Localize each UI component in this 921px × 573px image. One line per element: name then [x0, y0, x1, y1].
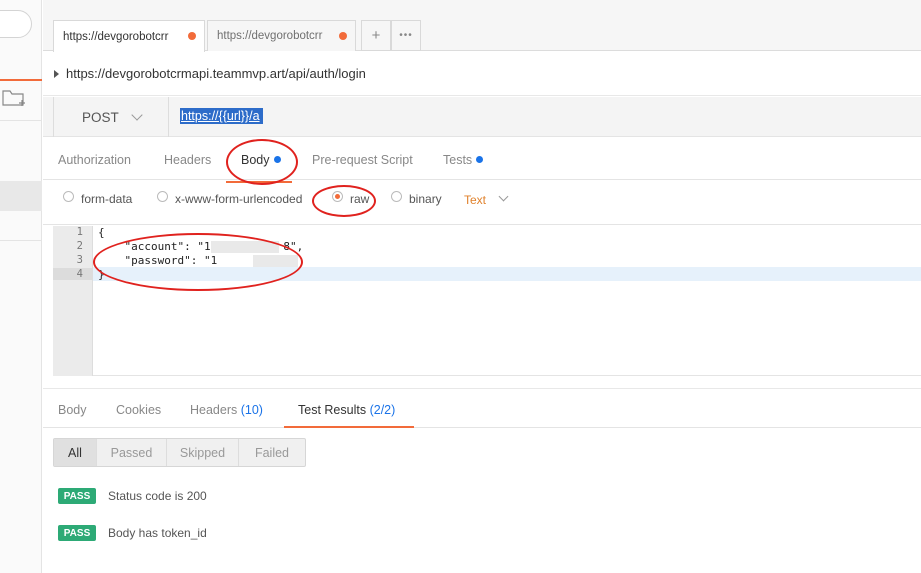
- tab-test-results-label: Test Results: [298, 403, 367, 417]
- filter-passed[interactable]: Passed: [97, 439, 167, 466]
- radio-form-data[interactable]: [63, 191, 74, 202]
- tab-response-headers[interactable]: Headers (10): [190, 403, 263, 417]
- more-icon: •••: [399, 30, 413, 41]
- sidebar-divider: [0, 240, 42, 241]
- line-number: 1: [76, 226, 83, 238]
- filter-failed[interactable]: Failed: [239, 439, 305, 466]
- chevron-down-icon: [131, 109, 143, 121]
- test-result-text: Status code is 200: [108, 489, 207, 503]
- request-tab[interactable]: https://devgorobotcrr: [207, 20, 356, 51]
- tab-tests-label: Tests: [443, 153, 473, 167]
- tab-tests[interactable]: Tests: [443, 153, 484, 167]
- filter-all[interactable]: All: [54, 439, 97, 466]
- tab-response-headers-label: Headers: [190, 403, 238, 417]
- request-tab-label: https://devgorobotcrr: [63, 30, 169, 43]
- request-tabs: Authorization Headers Body Pre-request S…: [43, 138, 921, 183]
- unsaved-dot-icon: [339, 32, 347, 40]
- radio-binary[interactable]: [391, 191, 402, 202]
- line-number: 3: [76, 254, 83, 266]
- line-number: 4: [53, 268, 93, 280]
- request-title-bar: https://devgorobotcrmapi.teammvp.art/api…: [43, 52, 921, 96]
- unsaved-dot-icon: [188, 32, 196, 40]
- request-tab-bar: https://devgorobotcrr https://devgorobot…: [43, 0, 921, 52]
- sidebar: [0, 0, 42, 573]
- tab-response-body[interactable]: Body: [58, 403, 87, 417]
- pass-badge: PASS: [58, 488, 96, 504]
- test-results-count: (2/2): [369, 403, 396, 417]
- method-select[interactable]: POST: [53, 97, 169, 137]
- radio-label-x-www-form-urlencoded[interactable]: x-www-form-urlencoded: [175, 192, 302, 206]
- plus-icon: +: [371, 27, 381, 44]
- sidebar-selected-item[interactable]: [0, 181, 42, 211]
- headers-count: (10): [240, 403, 263, 417]
- test-result-row: PASS Status code is 200: [58, 488, 207, 504]
- new-tab-button[interactable]: +: [361, 20, 391, 51]
- line-number: 2: [76, 240, 83, 252]
- test-filter-group: All Passed Skipped Failed: [53, 438, 306, 467]
- tab-headers[interactable]: Headers: [164, 153, 211, 167]
- pass-badge: PASS: [58, 525, 96, 541]
- method-label: POST: [82, 109, 119, 125]
- raw-format-select[interactable]: Text: [464, 193, 486, 207]
- annotation-circle-body-tab: [226, 139, 298, 185]
- expand-triangle-icon[interactable]: [54, 69, 59, 78]
- tab-options-button[interactable]: •••: [391, 20, 421, 51]
- new-collection-icon[interactable]: [2, 88, 28, 108]
- url-bar: POST https://{{url}}/a: [43, 97, 921, 137]
- code-line: {: [98, 226, 105, 239]
- annotation-circle-body-json: [93, 233, 303, 291]
- tab-test-results[interactable]: Test Results (2/2): [298, 403, 395, 417]
- tests-indicator-dot-icon: [476, 156, 484, 163]
- radio-x-www-form-urlencoded[interactable]: [157, 191, 168, 202]
- test-result-row: PASS Body has token_id: [58, 525, 207, 541]
- request-title[interactable]: https://devgorobotcrmapi.teammvp.art/api…: [66, 66, 366, 81]
- chevron-down-icon[interactable]: [498, 191, 509, 202]
- sidebar-divider: [0, 120, 42, 121]
- request-tab-label: https://devgorobotcrr: [217, 30, 323, 42]
- radio-label-binary[interactable]: binary: [409, 192, 442, 206]
- sidebar-search-input[interactable]: [0, 10, 32, 38]
- radio-label-form-data[interactable]: form-data: [81, 192, 132, 206]
- request-tab[interactable]: https://devgorobotcrr: [53, 20, 205, 52]
- filter-skipped[interactable]: Skipped: [167, 439, 239, 466]
- url-input[interactable]: https://{{url}}/a: [180, 108, 263, 124]
- response-tabs: Body Cookies Headers (10) Test Results (…: [43, 388, 921, 428]
- tab-cookies[interactable]: Cookies: [116, 403, 161, 417]
- annotation-circle-raw: [312, 185, 376, 217]
- active-tab-underline: [284, 426, 414, 428]
- sidebar-active-indicator: [0, 79, 42, 81]
- body-type-selector: form-data x-www-form-urlencoded raw bina…: [43, 181, 921, 225]
- tab-authorization[interactable]: Authorization: [58, 153, 131, 167]
- tab-pre-request-script[interactable]: Pre-request Script: [312, 153, 413, 167]
- test-result-text: Body has token_id: [108, 526, 207, 540]
